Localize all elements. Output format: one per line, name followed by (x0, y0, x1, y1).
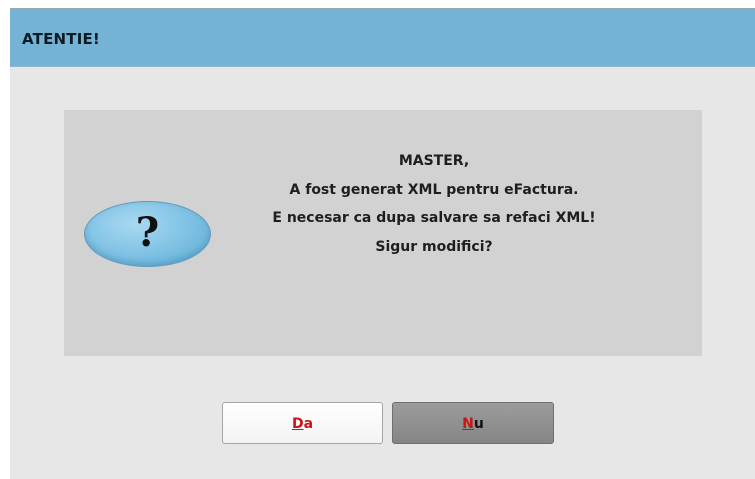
no-button[interactable]: Nu (392, 402, 554, 444)
message-line-xml-generated: A fost generat XML pentru eFactura. (289, 181, 579, 198)
dialog-titlebar[interactable]: ATENTIE! (10, 9, 755, 67)
message-line-confirm-question: Sigur modifici? (375, 238, 493, 255)
yes-button-mnemonic: D (291, 416, 304, 432)
no-button-mnemonic: N (462, 416, 474, 432)
question-icon: ? (84, 201, 211, 267)
dialog-title: ATENTIE! (22, 30, 100, 48)
message-panel: ? MASTER, A fost generat XML pentru eFac… (64, 110, 702, 356)
message-line-recipient: MASTER, (398, 153, 470, 169)
confirm-dialog: ATENTIE! ? MASTER, A fost generat XML pe… (10, 8, 755, 479)
no-button-label: u (473, 416, 484, 432)
message-text: MASTER, A fost generat XML pentru eFactu… (234, 147, 634, 261)
question-mark-glyph: ? (135, 209, 160, 256)
yes-button-label: a (303, 416, 314, 432)
message-line-regenerate-warning: E necesar ca dupa salvare sa refaci XML! (272, 210, 596, 226)
yes-button[interactable]: Da (222, 402, 383, 444)
